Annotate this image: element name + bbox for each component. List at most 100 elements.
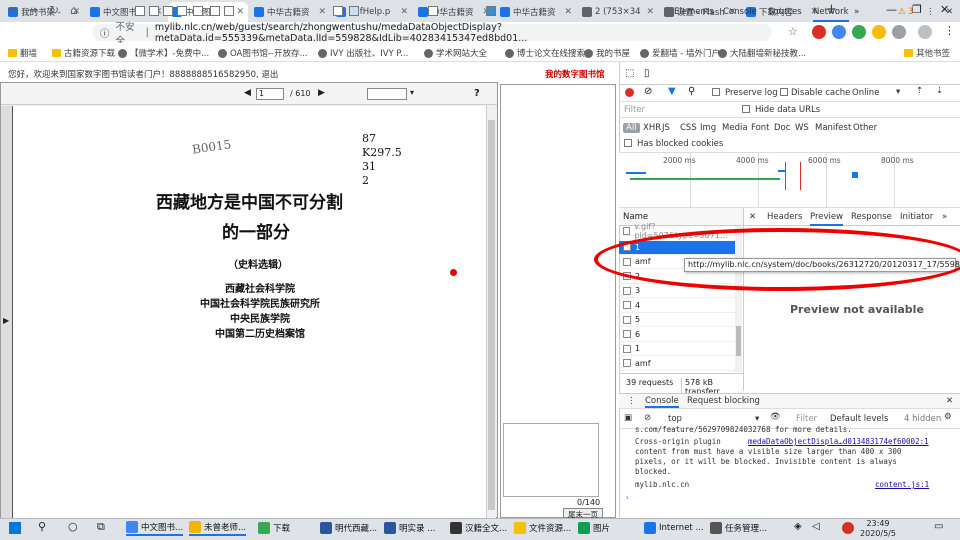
prev-arrow-icon[interactable]: ◀ xyxy=(244,88,251,98)
back-icon[interactable]: ← xyxy=(8,3,18,17)
scroll-thumb[interactable] xyxy=(488,120,495,510)
type-filter-doc[interactable]: Doc xyxy=(774,123,790,133)
taskbar-app[interactable]: 明代西藏... xyxy=(320,520,377,536)
log-levels-select[interactable]: Default levels xyxy=(830,414,888,424)
browser-tab-3[interactable]: 中华古籍资 ✕ xyxy=(250,2,330,22)
taskbar-app[interactable]: 汉籍全文... xyxy=(450,520,507,536)
address-bar[interactable]: ⓘ 不安全 | mylib.nlc.cn/web/guest/search/zh… xyxy=(92,22,772,47)
disable-cache-checkbox[interactable] xyxy=(780,88,788,96)
next-arrow-icon[interactable]: ▶ xyxy=(318,88,325,98)
type-filter-media[interactable]: Media xyxy=(722,123,748,133)
profile-avatar[interactable] xyxy=(918,25,932,39)
expand-arrow-icon[interactable]: ▶ xyxy=(3,316,9,325)
tab-console[interactable]: Console xyxy=(723,7,757,17)
fit-width-icon[interactable] xyxy=(163,6,173,16)
more-detail-tabs-icon[interactable]: » xyxy=(942,212,947,222)
last-page-button[interactable]: 尾末一页 xyxy=(563,508,603,519)
bookmark-item[interactable]: 翻墙 xyxy=(8,47,37,59)
fit-page-icon[interactable] xyxy=(177,6,187,16)
help-icon[interactable]: ? xyxy=(474,88,480,99)
taskbar-app[interactable]: Internet ... xyxy=(644,520,704,536)
type-filter-img[interactable]: Img xyxy=(700,123,716,133)
more-tabs-icon[interactable]: » xyxy=(854,7,859,17)
restore-icon[interactable]: ❐ xyxy=(912,3,922,16)
clear-icon[interactable]: ⊘ xyxy=(644,86,652,97)
first-page-icon[interactable] xyxy=(210,6,220,16)
drawer-tab-console[interactable]: Console xyxy=(645,396,679,408)
context-select[interactable]: top xyxy=(668,414,682,424)
console-settings-icon[interactable]: ⚙ xyxy=(944,412,952,422)
type-filter-font[interactable]: Font xyxy=(751,123,770,133)
hand-tool-icon[interactable] xyxy=(349,6,359,16)
browser-tab-6[interactable]: 中华古籍资 ✕ xyxy=(496,2,576,22)
reload-icon[interactable]: ↻ xyxy=(49,3,59,17)
request-row[interactable]: amf xyxy=(619,357,737,371)
type-filter-css[interactable]: CSS xyxy=(680,123,697,133)
filter-icon[interactable]: ▼ xyxy=(668,86,676,97)
tab-close-icon[interactable]: ✕ xyxy=(564,7,572,17)
console-prompt-icon[interactable]: › xyxy=(625,493,630,502)
preserve-log-checkbox[interactable] xyxy=(712,88,720,96)
browser-tab-7[interactable]: 2 (753×34 ✕ xyxy=(578,2,658,22)
zoom-input[interactable] xyxy=(367,88,407,100)
taskbar-app[interactable]: 任务管理... xyxy=(710,520,767,536)
rotate-icon[interactable] xyxy=(193,6,203,16)
taskbar-app[interactable]: 中文图书... xyxy=(126,520,184,536)
network-tray-icon[interactable]: ◈ xyxy=(794,521,802,532)
double-page-icon[interactable] xyxy=(149,6,159,16)
tab-elements[interactable]: Elements xyxy=(674,7,714,17)
live-expression-icon[interactable]: 👁 xyxy=(770,412,781,422)
tab-sources[interactable]: Sources xyxy=(768,7,802,17)
network-filter-input[interactable]: Filter xyxy=(624,105,645,115)
settings-icon[interactable] xyxy=(486,6,496,16)
my-digital-library-link[interactable]: 我的数字图书馆 xyxy=(545,68,605,80)
request-row[interactable]: 4 xyxy=(619,299,737,313)
type-filter-ws[interactable]: WS xyxy=(795,123,809,133)
bookmark-item[interactable]: OA图书馆--开放存... xyxy=(218,47,308,59)
console-sidebar-icon[interactable]: ▣ xyxy=(624,413,632,423)
browser-tab-5[interactable]: 中华古籍资✕ xyxy=(414,2,494,22)
page-number-input[interactable]: 1 xyxy=(256,88,284,100)
devtools-close-icon[interactable]: ✕ xyxy=(946,7,953,17)
adblock-extension-icon[interactable] xyxy=(812,25,826,39)
bookmark-item[interactable]: 爱翻墙 - 墙外门户 xyxy=(640,47,720,59)
request-row[interactable]: 5 xyxy=(619,313,737,327)
bookmark-item[interactable]: 大陆翻墙新秘技教... xyxy=(718,47,806,59)
type-filter-all[interactable]: All xyxy=(623,123,640,133)
tab-close-icon[interactable]: ✕ xyxy=(646,7,654,17)
bookmark-item[interactable]: 古籍资源下载 xyxy=(52,47,115,59)
taskbar-app[interactable]: 图片 xyxy=(578,520,610,536)
tab-initiator[interactable]: Initiator xyxy=(900,212,933,222)
menu-kebab-icon[interactable]: ⋮ xyxy=(944,24,955,37)
single-page-icon[interactable] xyxy=(135,6,145,16)
throttle-dropdown-icon[interactable]: ▾ xyxy=(896,87,900,97)
taskbar-app[interactable]: 下载 xyxy=(258,520,290,536)
bookmark-star-icon[interactable]: ☆ xyxy=(788,25,798,38)
bookmark-item[interactable]: 我的书屋 xyxy=(584,47,630,59)
home-icon[interactable]: ⌂ xyxy=(70,3,78,17)
context-dropdown-icon[interactable]: ▾ xyxy=(755,414,759,424)
extension-icon-2[interactable] xyxy=(872,25,886,39)
notification-icon[interactable]: ▭ xyxy=(934,521,943,532)
tab-close-icon[interactable]: ✕ xyxy=(318,7,326,17)
request-row[interactable]: 1 xyxy=(619,342,737,356)
search-icon[interactable]: ⚲ xyxy=(38,520,46,533)
inspect-icon[interactable]: ⬚ xyxy=(625,68,634,79)
taskbar-app[interactable]: 明实录 ... xyxy=(384,520,435,536)
devtools-menu-icon[interactable]: ⋮ xyxy=(926,7,935,17)
device-toolbar-icon[interactable]: ▯ xyxy=(644,68,650,79)
tab-headers[interactable]: Headers xyxy=(767,212,802,222)
tab-response[interactable]: Response xyxy=(851,212,892,222)
volume-tray-icon[interactable]: ◁ xyxy=(812,521,820,532)
extensions-puzzle-icon[interactable] xyxy=(892,25,906,39)
warning-icon[interactable]: ⚠ xyxy=(898,7,906,17)
console-source-link[interactable]: medaDataObjectDispla…d013483174ef60002:1 xyxy=(748,437,929,446)
type-filter-xhr[interactable]: XHR xyxy=(643,123,661,133)
tab-close-icon[interactable]: ✕ xyxy=(400,7,408,17)
throttle-select[interactable]: Online xyxy=(852,88,879,98)
chrome-extension-icon[interactable] xyxy=(852,25,866,39)
forward-icon[interactable]: → xyxy=(28,3,38,17)
drawer-tab-request-blocking[interactable]: Request blocking xyxy=(687,396,760,406)
console-source-link[interactable]: content.js:1 xyxy=(875,480,929,489)
input-method-icon[interactable] xyxy=(842,522,854,534)
